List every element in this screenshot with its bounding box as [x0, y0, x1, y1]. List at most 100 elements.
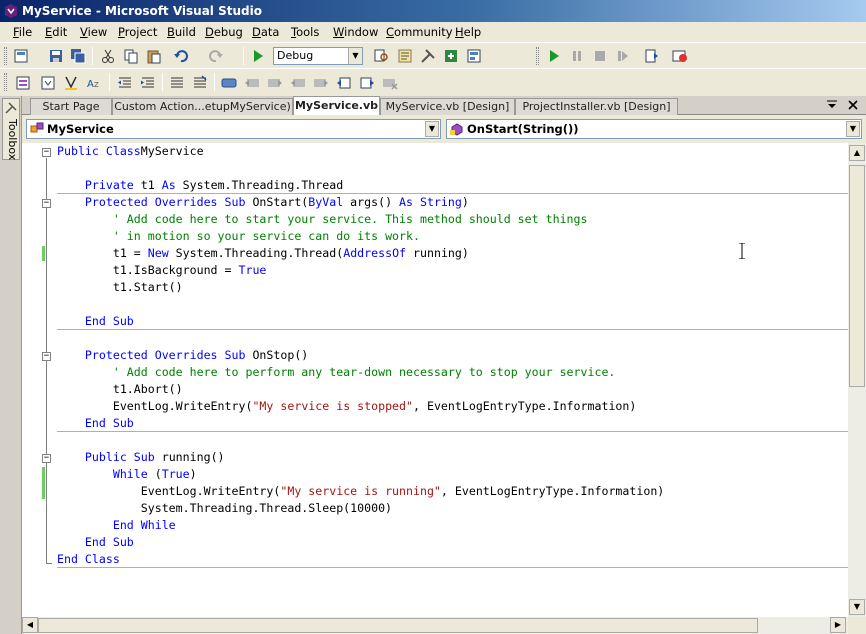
- copy-icon[interactable]: [123, 48, 139, 64]
- code-token: System.Threading.Thread(: [168, 246, 344, 260]
- quick-info-icon[interactable]: [63, 75, 79, 91]
- save-all-icon[interactable]: [70, 48, 86, 64]
- restart-icon[interactable]: [615, 48, 631, 64]
- save-icon[interactable]: [48, 48, 64, 64]
- object-browser-icon[interactable]: [443, 48, 459, 64]
- toolbox-icon[interactable]: [420, 48, 436, 64]
- menu-help[interactable]: Help: [455, 25, 481, 39]
- outline-line: [46, 563, 52, 564]
- vertical-scrollbar[interactable]: ▲ ▼: [848, 143, 866, 617]
- scroll-thumb[interactable]: [38, 618, 758, 633]
- tab-myservice-design[interactable]: MyService.vb [Design]: [380, 98, 515, 115]
- method-name-combo[interactable]: OnStart(String()) ▼: [446, 119, 862, 139]
- tab-myservice-vb[interactable]: MyService.vb: [293, 96, 380, 115]
- scroll-right-icon[interactable]: ▶: [830, 617, 846, 633]
- code-line: EventLog.WriteEntry("My service is runni…: [57, 483, 665, 500]
- window-icon[interactable]: [672, 48, 688, 64]
- collapse-icon[interactable]: −: [42, 454, 51, 463]
- toolbar-grip[interactable]: [4, 73, 7, 91]
- breakpoints-icon[interactable]: [644, 48, 660, 64]
- indent-icon[interactable]: [140, 75, 156, 91]
- next-bookmark-document-icon[interactable]: [359, 75, 375, 91]
- tab-projectinstaller-design[interactable]: ProjectInstaller.vb [Design]: [515, 98, 678, 115]
- scroll-left-icon[interactable]: ◀: [22, 617, 38, 633]
- menu-community[interactable]: Community: [386, 25, 453, 39]
- redo-icon[interactable]: [208, 48, 224, 64]
- find-icon[interactable]: [374, 48, 390, 64]
- method-icon: [450, 123, 463, 136]
- previous-bookmark-document-icon[interactable]: [336, 75, 352, 91]
- code-token: As String: [399, 195, 462, 209]
- outdent-icon[interactable]: [117, 75, 133, 91]
- tab-list-icon[interactable]: [827, 100, 837, 110]
- new-project-icon[interactable]: [13, 48, 29, 64]
- member-list-icon[interactable]: [15, 75, 31, 91]
- code-editor[interactable]: Public ClassMyService Private t1 As Syst…: [22, 143, 848, 617]
- menu-window[interactable]: Window: [333, 25, 378, 39]
- collapse-icon[interactable]: −: [42, 352, 51, 361]
- scroll-thumb[interactable]: [849, 165, 865, 387]
- class-name-combo[interactable]: MyService ▼: [26, 119, 441, 139]
- menu-project[interactable]: Project: [118, 25, 157, 39]
- code-line: Public ClassMyService: [57, 143, 204, 160]
- menu-file[interactable]: File: [13, 25, 32, 39]
- configuration-select[interactable]: Debug ▼: [273, 47, 363, 65]
- scroll-down-icon[interactable]: ▼: [849, 599, 865, 615]
- configuration-value: Debug: [277, 49, 314, 62]
- menu-view[interactable]: View: [80, 25, 107, 39]
- next-bookmark-icon[interactable]: [267, 75, 283, 91]
- tab-custom-action[interactable]: Custom Action...etupMyService): [112, 98, 293, 115]
- code-token: t1 =: [57, 246, 148, 260]
- previous-bookmark-icon[interactable]: [244, 75, 260, 91]
- play-icon[interactable]: [546, 48, 562, 64]
- menu-data[interactable]: Data: [252, 25, 279, 39]
- previous-bookmark-folder-icon[interactable]: [290, 75, 306, 91]
- code-token: End Sub: [84, 535, 134, 549]
- bookmark-icon[interactable]: [221, 75, 237, 91]
- chevron-down-icon: ▼: [846, 121, 860, 137]
- visual-studio-icon: [5, 4, 17, 18]
- code-token: ): [461, 195, 469, 209]
- menu-debug[interactable]: Debug: [205, 25, 243, 39]
- code-token: ' Add code here to perform any tear-down…: [112, 365, 616, 379]
- code-line: t1.IsBackground = True: [57, 262, 267, 279]
- paste-icon[interactable]: [146, 48, 162, 64]
- solution-explorer-icon[interactable]: [466, 48, 482, 64]
- undo-icon[interactable]: [173, 48, 189, 64]
- menu-edit[interactable]: Edit: [45, 25, 67, 39]
- complete-word-icon[interactable]: AZ: [86, 75, 102, 91]
- menu-build[interactable]: Build: [167, 25, 196, 39]
- toolbar-grip[interactable]: [536, 47, 539, 65]
- toolbar-grip[interactable]: [4, 47, 7, 65]
- pause-icon[interactable]: [569, 48, 585, 64]
- scroll-up-icon[interactable]: ▲: [849, 145, 865, 161]
- standard-toolbar: Debug ▼: [0, 42, 866, 68]
- chevron-down-icon: ▼: [348, 48, 362, 64]
- code-line: t1.Start(): [57, 279, 183, 296]
- change-marker: [42, 467, 45, 499]
- collapse-icon[interactable]: −: [42, 199, 51, 208]
- code-line: End Sub: [57, 534, 134, 551]
- close-icon[interactable]: [848, 100, 858, 110]
- start-debug-icon[interactable]: [250, 48, 266, 64]
- scrollbar-corner: [848, 617, 866, 634]
- code-token: End Sub: [84, 314, 134, 328]
- uncomment-icon[interactable]: [192, 75, 208, 91]
- tab-start-page[interactable]: Start Page: [30, 98, 112, 115]
- code-line: End Class: [57, 551, 120, 568]
- clear-bookmarks-icon[interactable]: [382, 75, 398, 91]
- parameter-info-icon[interactable]: [40, 75, 56, 91]
- comment-icon[interactable]: [169, 75, 185, 91]
- properties-icon[interactable]: [397, 48, 413, 64]
- code-token: t1.IsBackground =: [57, 263, 239, 277]
- code-token: System.Threading.Thread: [175, 178, 344, 192]
- horizontal-scrollbar[interactable]: ◀ ▶: [22, 617, 848, 634]
- next-bookmark-folder-icon[interactable]: [313, 75, 329, 91]
- collapse-icon[interactable]: −: [42, 148, 51, 157]
- cut-icon[interactable]: [100, 48, 116, 64]
- stop-icon[interactable]: [592, 48, 608, 64]
- menu-tools[interactable]: Tools: [291, 25, 319, 39]
- toolbox-tab[interactable]: Toolbox: [2, 98, 20, 160]
